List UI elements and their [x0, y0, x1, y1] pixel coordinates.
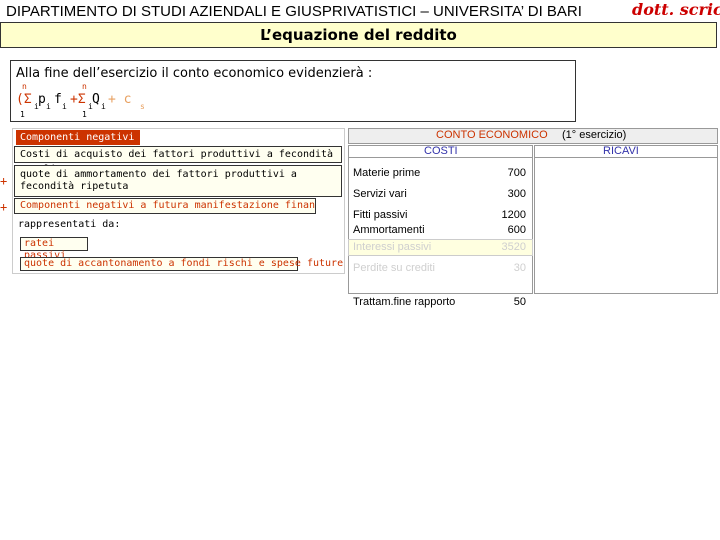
slide-title: L’equazione del reddito: [260, 26, 457, 44]
author-label: dott. scricco: [632, 0, 720, 19]
provisions-box: quote di accantonamento a fondi rischi e…: [20, 257, 343, 271]
cost-row-value: 50: [513, 296, 526, 308]
cost-row-value: 3520: [501, 241, 526, 253]
formula-f: f: [54, 92, 62, 107]
cost-row-value: 600: [507, 224, 526, 236]
cost-row-value: 1200: [501, 209, 526, 221]
department-title: DIPARTIMENTO DI STUDI AZIENDALI E GIUSPR…: [6, 3, 582, 20]
income-statement-title: CONTO ECONOMICO: [436, 129, 548, 141]
income-statement-subtitle: (1° esercizio): [562, 129, 627, 141]
formula-sigma2: +Σ: [70, 92, 86, 107]
formula-sup-n2: n: [82, 82, 87, 91]
plus-sign-2: +: [0, 200, 8, 214]
cost-row-label: Servizi vari: [353, 188, 407, 200]
income-formula: n n (Σ i p i f i +Σ i Q i + c s 1 1: [16, 82, 146, 119]
cost-row-value: 300: [507, 188, 526, 200]
depreciation-box: quote di ammortamento dei fattori produt…: [14, 165, 342, 197]
represented-by-label: rappresentati da:: [18, 219, 121, 230]
formula-intro: Alla fine dell’esercizio il conto econom…: [16, 66, 373, 81]
formula-sub-i5: i: [101, 102, 106, 111]
cost-row-label: Ammortamenti: [353, 224, 425, 236]
purchase-costs-box: Costi di acquisto dei fattori produttivi…: [14, 146, 342, 175]
costs-heading: COSTI: [424, 145, 458, 157]
negative-components-label: Componenti negativi: [16, 130, 140, 145]
cost-row-label: Trattam.fine rapporto: [353, 296, 456, 308]
cost-row-label: Materie prime: [353, 167, 421, 179]
formula-p: p: [38, 92, 46, 107]
formula-sigma1: (Σ: [16, 92, 32, 107]
formula-q: Q: [92, 92, 100, 107]
revenues-heading: RICAVI: [603, 145, 639, 157]
cost-row-label: Interessi passivi: [353, 241, 432, 253]
cost-row-value: 700: [507, 167, 526, 179]
formula-sub-i2: i: [46, 102, 51, 111]
cost-row-label: Perdite su crediti: [353, 262, 435, 274]
formula-cs: + c: [108, 92, 132, 107]
plus-sign-1: +: [0, 174, 8, 188]
formula-sub-s: s: [140, 102, 145, 111]
formula-sub-i3: i: [62, 102, 67, 111]
formula-lower-2: 1: [82, 110, 87, 119]
revenues-column: [534, 158, 718, 294]
future-components-box: Componenti negativi a futura manifestazi…: [14, 198, 316, 214]
cost-row-value: 30: [513, 262, 526, 274]
cost-row-label: Fitti passivi: [353, 209, 408, 221]
formula-sup-n1: n: [22, 82, 27, 91]
accrued-liabilities-box: ratei passivi: [20, 237, 88, 261]
formula-lower-1: 1: [20, 110, 25, 119]
